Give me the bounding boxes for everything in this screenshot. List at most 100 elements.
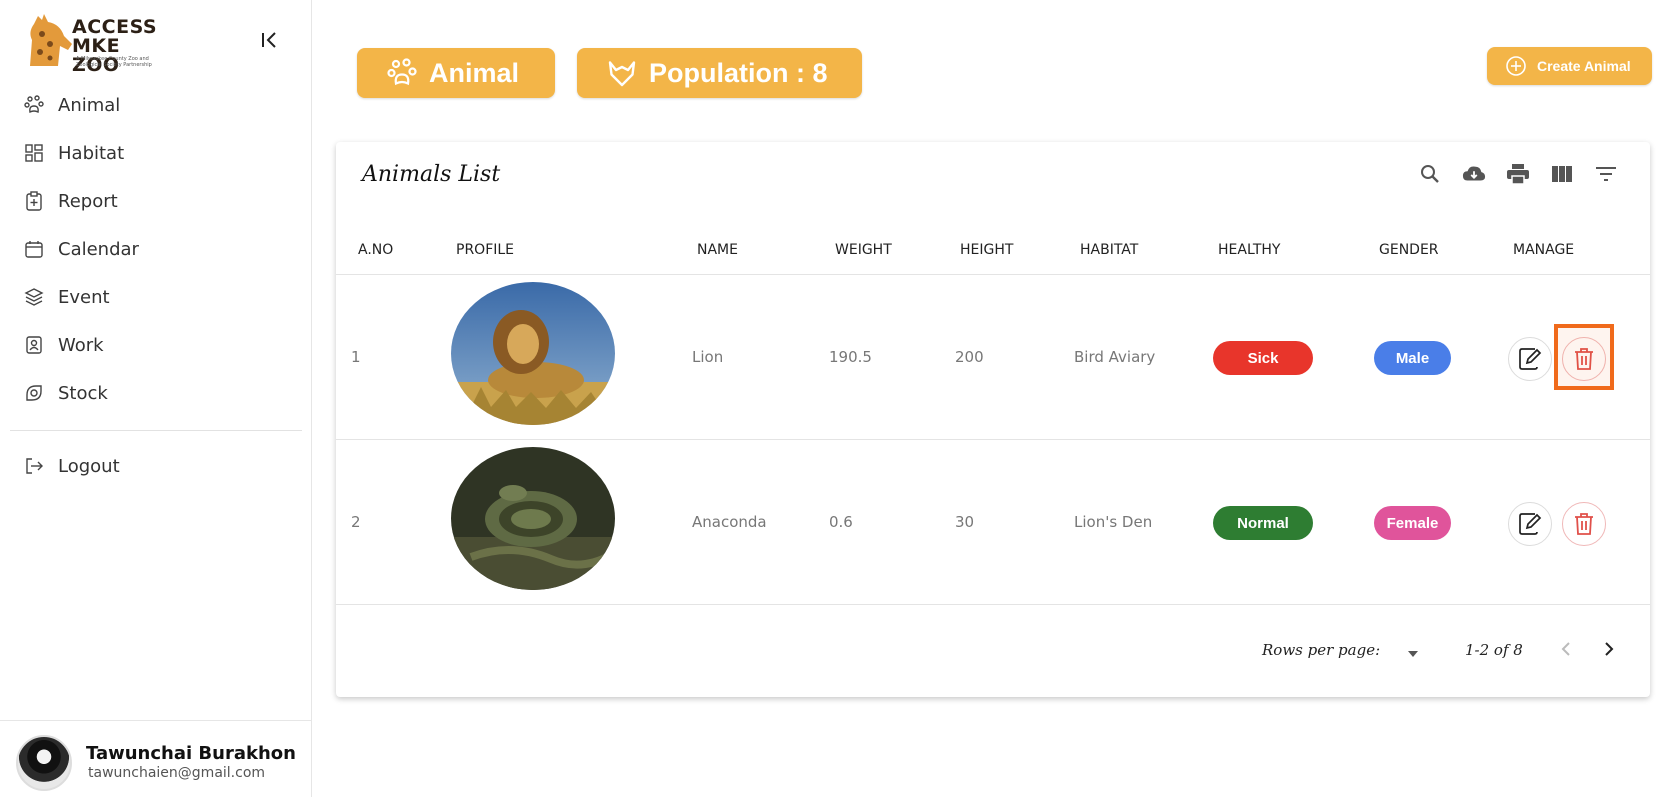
status-badge: Sick [1213, 341, 1313, 375]
column-header-manage[interactable]: MANAGE [1513, 225, 1574, 275]
chevron-left-icon [1561, 642, 1570, 656]
rows-per-page-label: Rows per page: [1262, 641, 1381, 659]
sidebar-item-label: Habitat [58, 142, 125, 164]
sidebar-item-work[interactable]: Work [0, 321, 312, 369]
download-button[interactable] [1462, 162, 1486, 186]
logout-label: Logout [58, 455, 120, 477]
edit-button[interactable] [1508, 502, 1552, 546]
anaconda-photo-icon [451, 447, 615, 590]
search-button[interactable] [1418, 162, 1442, 186]
grid-icon [22, 141, 46, 165]
chevron-right-icon [1605, 642, 1614, 656]
user-divider [0, 720, 312, 721]
table-header: A.NO PROFILE NAME WEIGHT HEIGHT HABITAT … [336, 225, 1650, 275]
sidebar-nav: Animal Habitat Report Calendar Event Wor… [0, 81, 312, 417]
animal-chip: Animal [357, 48, 555, 98]
avatar [16, 735, 72, 791]
cell-name: Lion [692, 348, 724, 366]
cloud-download-icon [1462, 166, 1486, 181]
box-icon [22, 381, 46, 405]
status-badge: Normal [1213, 506, 1313, 540]
clipboard-icon [22, 189, 46, 213]
cell-height: 200 [955, 348, 984, 366]
giraffe-logo-icon [30, 14, 72, 66]
table-toolbar [1418, 162, 1618, 186]
edit-icon [1519, 348, 1542, 370]
cell-no: 1 [351, 348, 361, 366]
cell-name: Anaconda [692, 513, 767, 531]
sidebar-item-label: Event [58, 286, 110, 308]
animal-photo [451, 447, 615, 590]
animal-chip-label: Animal [429, 57, 520, 88]
previous-page-button[interactable] [1555, 638, 1577, 660]
column-header-profile[interactable]: PROFILE [456, 225, 514, 275]
table-title: Animals List [362, 162, 501, 187]
zoo-logo[interactable]: ACCESS MKE ZOO A Milwaukee County Zoo an… [20, 10, 170, 75]
view-columns-button[interactable] [1550, 162, 1574, 186]
column-header-height[interactable]: HEIGHT [960, 225, 1013, 275]
delete-button[interactable] [1562, 502, 1606, 546]
column-header-no[interactable]: A.NO [358, 225, 393, 275]
print-button[interactable] [1506, 162, 1530, 186]
cell-habitat: Lion's Den [1074, 513, 1153, 531]
sidebar-item-report[interactable]: Report [0, 177, 312, 225]
paw-icon [387, 58, 417, 88]
logout-button[interactable]: Logout [0, 442, 312, 490]
sidebar-item-label: Report [58, 190, 118, 212]
page-info: 1-2 of 8 [1465, 641, 1523, 659]
column-header-habitat[interactable]: HABITAT [1080, 225, 1138, 275]
animal-photo [451, 282, 615, 425]
filter-list-icon [1596, 167, 1616, 181]
column-header-healthy[interactable]: HEALTHY [1218, 225, 1280, 275]
caret-down-icon [1408, 651, 1418, 657]
trash-icon [1575, 513, 1593, 535]
rows-per-page-select[interactable] [1407, 645, 1419, 657]
sidebar-item-label: Work [58, 334, 104, 356]
paw-icon [22, 93, 46, 117]
column-header-gender[interactable]: GENDER [1379, 225, 1439, 275]
edit-icon [1519, 513, 1542, 535]
table-row: 1 Lion 190.5 200 Bird Aviary Sick Male [336, 275, 1650, 440]
sidebar-item-event[interactable]: Event [0, 273, 312, 321]
sidebar-item-habitat[interactable]: Habitat [0, 129, 312, 177]
sidebar: ACCESS MKE ZOO A Milwaukee County Zoo an… [0, 0, 312, 797]
cell-no: 2 [351, 513, 361, 531]
logout-icon [22, 454, 46, 478]
logo-tagline: A Milwaukee County Zoo and Zoological So… [76, 56, 152, 68]
delete-highlight-box [1554, 324, 1614, 390]
lion-photo-icon [451, 282, 615, 425]
create-animal-label: Create Animal [1537, 58, 1631, 74]
view-columns-icon [1552, 166, 1572, 182]
edit-button[interactable] [1508, 337, 1552, 381]
sidebar-item-animal[interactable]: Animal [0, 81, 312, 129]
user-name: Tawunchai Burakhon [86, 743, 296, 764]
column-header-name[interactable]: NAME [697, 225, 738, 275]
cell-habitat: Bird Aviary [1074, 348, 1156, 366]
id-badge-icon [22, 333, 46, 357]
gender-badge: Female [1374, 506, 1451, 540]
user-profile[interactable]: Tawunchai Burakhon tawunchaien@gmail.com [16, 735, 306, 791]
user-email: tawunchaien@gmail.com [88, 765, 266, 781]
sidebar-item-stock[interactable]: Stock [0, 369, 312, 417]
filter-button[interactable] [1594, 162, 1618, 186]
table-row: 2 Anaconda 0.6 30 Lion's Den Normal Fema… [336, 440, 1650, 605]
table-pagination: Rows per page: 1-2 of 8 [336, 605, 1650, 697]
logout-section: Logout [0, 442, 312, 490]
create-animal-button[interactable]: Create Animal [1487, 47, 1652, 85]
sidebar-item-label: Animal [58, 94, 121, 116]
sidebar-divider [10, 430, 302, 431]
cell-weight: 190.5 [829, 348, 872, 366]
sidebar-item-label: Calendar [58, 238, 139, 260]
next-page-button[interactable] [1598, 638, 1620, 660]
collapse-sidebar-button[interactable] [258, 28, 280, 52]
sidebar-item-calendar[interactable]: Calendar [0, 225, 312, 273]
fox-icon [607, 58, 637, 88]
collapse-left-icon [262, 32, 276, 48]
calendar-icon [22, 237, 46, 261]
population-chip-label: Population : 8 [649, 57, 828, 88]
layers-icon [22, 285, 46, 309]
search-icon [1421, 165, 1439, 183]
sidebar-item-label: Stock [58, 382, 108, 404]
column-header-weight[interactable]: WEIGHT [835, 225, 892, 275]
cell-height: 30 [955, 513, 975, 531]
